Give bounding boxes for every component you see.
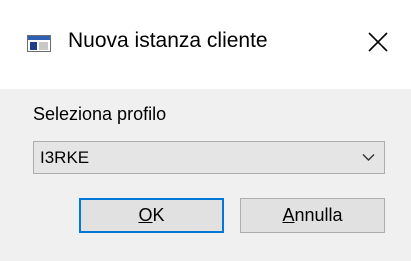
ok-button-mnemonic: O: [138, 205, 153, 225]
profile-select[interactable]: I3RKE: [33, 141, 385, 174]
cancel-button-mnemonic: A: [282, 205, 295, 225]
profile-select-value: I3RKE: [40, 148, 90, 167]
cancel-button-label: nnulla: [294, 205, 343, 225]
title-bar: Nuova istanza cliente: [0, 0, 411, 89]
dialog-content: Seleziona profilo I3RKE OK Annulla: [0, 89, 411, 261]
window-title: Nuova istanza cliente: [68, 29, 268, 52]
cancel-button[interactable]: Annulla: [240, 198, 385, 233]
close-icon: [368, 32, 388, 52]
profile-label: Seleziona profilo: [33, 104, 167, 124]
ok-button[interactable]: OK: [79, 198, 224, 233]
chevron-down-icon: [362, 154, 375, 161]
ok-button-label: K: [152, 205, 165, 225]
close-button[interactable]: [356, 20, 400, 64]
dialog-window: Nuova istanza cliente Seleziona profilo …: [0, 0, 411, 261]
window-icon: [27, 35, 51, 52]
